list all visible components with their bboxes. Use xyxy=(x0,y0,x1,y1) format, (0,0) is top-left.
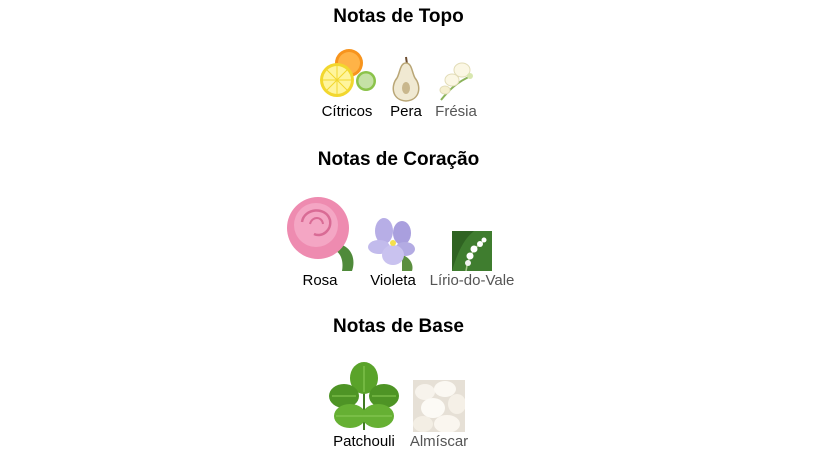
note-patchouli: Patchouli xyxy=(327,360,401,451)
freesia-icon xyxy=(439,62,473,101)
note-almiscar: Almíscar xyxy=(406,380,472,451)
section-title-heart-notes: Notas de Coração xyxy=(317,149,480,170)
pear-icon xyxy=(392,56,420,102)
note-pera: Pera xyxy=(384,56,428,121)
patchouli-leaf-icon xyxy=(329,362,399,430)
note-citricos: Cítricos xyxy=(318,48,376,121)
note-label: Lírio-do-Vale xyxy=(429,272,515,289)
lily-of-the-valley-icon xyxy=(452,231,492,271)
note-label: Patchouli xyxy=(333,433,395,450)
note-fresia: Frésia xyxy=(432,60,480,121)
musk-icon xyxy=(413,380,465,432)
violet-flower-icon xyxy=(368,218,415,271)
note-label: Pera xyxy=(390,103,422,120)
citrus-fruits-icon xyxy=(320,49,376,97)
note-label: Frésia xyxy=(435,103,477,120)
rose-icon xyxy=(287,197,354,271)
note-label: Violeta xyxy=(370,272,416,289)
note-label: Cítricos xyxy=(321,103,373,120)
note-lirio-do-vale: Lírio-do-Vale xyxy=(427,231,517,290)
section-title-base-notes: Notas de Base xyxy=(333,316,464,337)
section-title-top-notes: Notas de Topo xyxy=(333,6,464,27)
note-rosa: Rosa xyxy=(282,194,358,290)
note-violeta: Violeta xyxy=(366,215,420,290)
note-label: Almíscar xyxy=(409,433,469,450)
note-label: Rosa xyxy=(302,272,338,289)
